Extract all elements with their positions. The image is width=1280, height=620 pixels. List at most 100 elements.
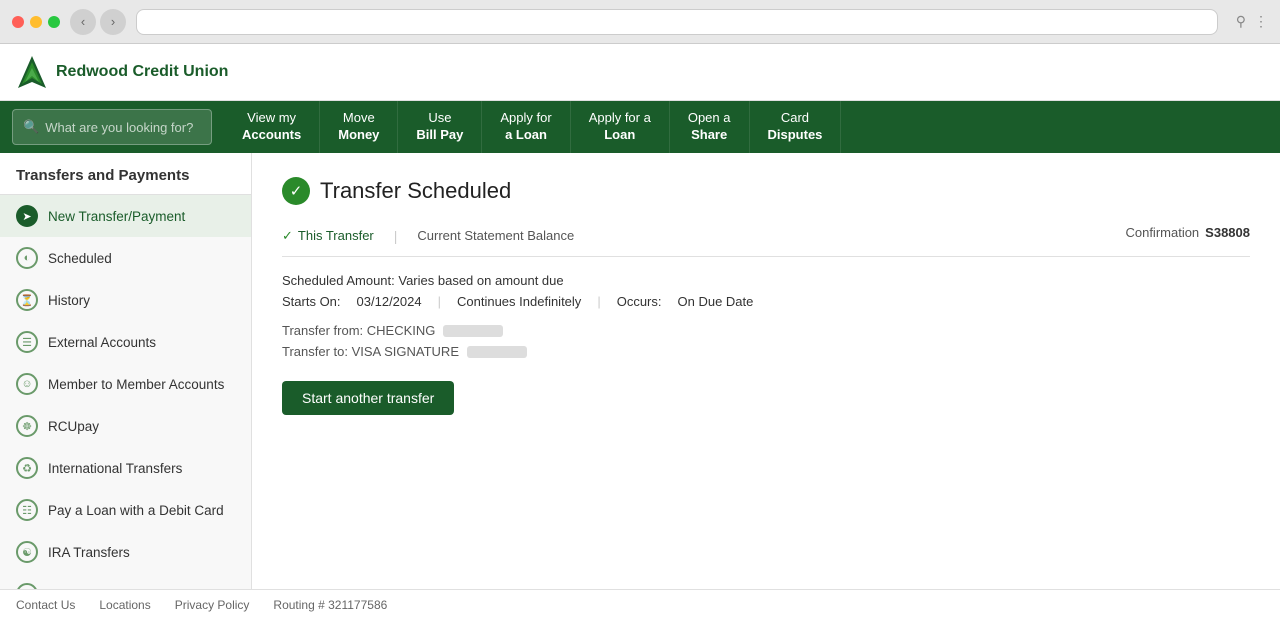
main-content: Transfers and Payments ➤ New Transfer/Pa… (0, 153, 1280, 589)
footer-contact-us[interactable]: Contact Us (16, 598, 75, 612)
ira-transfers-icon: ☯ (16, 541, 38, 563)
nav-item-bill-pay[interactable]: Use Bill Pay (398, 101, 482, 153)
nav-item-line2: a Loan (505, 127, 547, 144)
nav-item-line1: Apply for (500, 110, 551, 127)
nav-item-line2: Disputes (768, 127, 823, 144)
nav-item-line1: Open a (688, 110, 731, 127)
footer: Contact Us Locations Privacy Policy Rout… (0, 589, 1280, 620)
starts-on-value: 03/12/2024 (357, 294, 422, 309)
nav-bar: 🔍 What are you looking for? View my Acco… (0, 101, 1280, 153)
nav-items: View my Accounts Move Money Use Bill Pay… (224, 101, 841, 153)
sidebar: Transfers and Payments ➤ New Transfer/Pa… (0, 153, 252, 589)
forward-button[interactable]: › (100, 9, 126, 35)
transfer-to-masked (467, 346, 527, 358)
search-placeholder: What are you looking for? (45, 120, 193, 135)
close-button[interactable] (12, 16, 24, 28)
address-bar[interactable] (136, 9, 1218, 35)
nav-item-open-share[interactable]: Open a Share (670, 101, 750, 153)
nav-item-line2: Accounts (242, 127, 301, 144)
nav-item-line2: Bill Pay (416, 127, 463, 144)
sidebar-item-label: IRA Transfers (48, 545, 130, 560)
info-row: Starts On: 03/12/2024 | Continues Indefi… (282, 294, 1250, 309)
search-icon: 🔍 (23, 119, 39, 135)
sidebar-item-external-accounts[interactable]: ☰ External Accounts (0, 321, 251, 363)
confirmation-row: Confirmation S38808 (1125, 225, 1250, 240)
confirmation-value: S38808 (1205, 225, 1250, 240)
starts-on-label: Starts On: (282, 294, 341, 309)
sidebar-item-label: RCUpay (48, 419, 99, 434)
minimize-button[interactable] (30, 16, 42, 28)
info-separator-2: | (597, 294, 600, 309)
sidebar-item-new-transfer[interactable]: ➤ New Transfer/Payment (0, 195, 251, 237)
transfer-from-masked (443, 325, 503, 337)
maximize-button[interactable] (48, 16, 60, 28)
app: Redwood Credit Union 🔍 What are you look… (0, 44, 1280, 620)
sidebar-item-donate[interactable]: ♥ Donate (0, 573, 251, 589)
sidebar-item-label: External Accounts (48, 335, 156, 350)
nav-item-apply-loan-2[interactable]: Apply for a Loan (571, 101, 670, 153)
nav-item-line1: Move (343, 110, 375, 127)
scheduled-amount-text: Scheduled Amount: Varies based on amount… (282, 273, 564, 288)
start-another-transfer-button[interactable]: Start another transfer (282, 381, 454, 415)
scheduled-amount-row: Scheduled Amount: Varies based on amount… (282, 273, 1250, 288)
pay-loan-debit-icon: ☷ (16, 499, 38, 521)
content-area: ✓ Transfer Scheduled ✓ This Transfer | C… (252, 153, 1280, 589)
sidebar-item-label: New Transfer/Payment (48, 209, 185, 224)
nav-item-line2: Loan (604, 127, 635, 144)
info-separator: | (438, 294, 441, 309)
sidebar-item-international-transfers[interactable]: ♻ International Transfers (0, 447, 251, 489)
logo: Redwood Credit Union (16, 54, 228, 90)
nav-item-line1: View my (247, 110, 296, 127)
browser-icons: ⚲ ⋮ (1236, 13, 1268, 30)
member-to-member-icon: ☺ (16, 373, 38, 395)
nav-item-accounts[interactable]: View my Accounts (224, 101, 320, 153)
transfer-to-label: Transfer to: VISA SIGNATURE (282, 344, 459, 359)
continues-text: Continues Indefinitely (457, 294, 581, 309)
transfer-tabs: ✓ This Transfer | Current Statement Bala… (282, 225, 1250, 257)
menu-icon: ⋮ (1254, 13, 1268, 30)
back-button[interactable]: ‹ (70, 9, 96, 35)
nav-item-card-disputes[interactable]: Card Disputes (750, 101, 842, 153)
sidebar-item-scheduled[interactable]: ◐ Scheduled (0, 237, 251, 279)
transfer-scheduled-header: ✓ Transfer Scheduled (282, 177, 1250, 205)
tab-this-transfer[interactable]: ✓ This Transfer (282, 228, 374, 244)
sidebar-item-history[interactable]: ⏳ History (0, 279, 251, 321)
search-box[interactable]: 🔍 What are you looking for? (12, 109, 212, 145)
nav-item-apply-loan[interactable]: Apply for a Loan (482, 101, 570, 153)
sidebar-item-rcupay[interactable]: ☸ RCUpay (0, 405, 251, 447)
nav-item-line1: Apply for a (589, 110, 651, 127)
sidebar-item-ira-transfers[interactable]: ☯ IRA Transfers (0, 531, 251, 573)
logo-text: Redwood Credit Union (56, 63, 228, 81)
nav-arrows: ‹ › (70, 9, 126, 35)
nav-item-line2: Money (338, 127, 379, 144)
logo-icon (16, 54, 48, 90)
traffic-lights (12, 16, 60, 28)
nav-item-move-money[interactable]: Move Money (320, 101, 398, 153)
international-transfers-icon: ♻ (16, 457, 38, 479)
app-header: Redwood Credit Union (0, 44, 1280, 101)
sidebar-item-label: International Transfers (48, 461, 182, 476)
footer-locations[interactable]: Locations (99, 598, 150, 612)
tab-current-statement-balance[interactable]: Current Statement Balance (417, 228, 574, 243)
search-icon: ⚲ (1236, 13, 1246, 30)
sidebar-item-label: History (48, 293, 90, 308)
footer-routing: Routing # 321177586 (273, 598, 387, 612)
external-accounts-icon: ☰ (16, 331, 38, 353)
transfer-title: Transfer Scheduled (320, 178, 511, 204)
history-icon: ⏳ (16, 289, 38, 311)
tab-check-icon: ✓ (282, 228, 293, 244)
occurs-value: On Due Date (678, 294, 754, 309)
tab-label: Current Statement Balance (417, 228, 574, 243)
new-transfer-icon: ➤ (16, 205, 38, 227)
sidebar-title: Transfers and Payments (0, 153, 251, 195)
scheduled-icon: ◐ (16, 247, 38, 269)
rcupay-icon: ☸ (16, 415, 38, 437)
transfer-from-label: Transfer from: CHECKING (282, 323, 435, 338)
sidebar-item-member-to-member[interactable]: ☺ Member to Member Accounts (0, 363, 251, 405)
footer-privacy-policy[interactable]: Privacy Policy (175, 598, 250, 612)
transfer-from-row: Transfer from: CHECKING (282, 323, 1250, 338)
nav-item-line1: Card (781, 110, 809, 127)
sidebar-item-pay-loan-debit[interactable]: ☷ Pay a Loan with a Debit Card (0, 489, 251, 531)
occurs-label: Occurs: (617, 294, 662, 309)
sidebar-item-label: Pay a Loan with a Debit Card (48, 503, 224, 518)
